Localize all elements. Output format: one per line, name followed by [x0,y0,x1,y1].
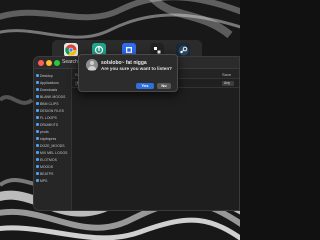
sidebar-item-drumkits[interactable]: DRUMKITS [36,122,72,127]
sidebar-item-label: ELOTMOS [40,157,57,162]
sidebar-item-label: Desktop [40,73,53,78]
alert-dialog: solslobo~ fat nigga Are you sure you wan… [78,54,178,92]
sidebar-item-label: MIX MEL LOOOS [40,150,68,155]
sidebar-item-label: shpfmpres [40,136,57,141]
sidebar-item-label: Applications [40,80,59,85]
folder-icon [36,137,39,140]
sidebar-item-label: MOODS [40,164,54,169]
folder-icon [36,109,39,112]
user-avatar-icon [86,59,98,71]
no-button[interactable]: No [157,83,171,89]
sidebar-item-doze-moods[interactable]: DOZE_MOODS [36,143,72,148]
sidebar-item-downloads[interactable]: Downloads [36,87,72,92]
sidebar-item-label: prods [40,129,49,134]
chrome-icon[interactable] [64,43,78,57]
sidebar-item-label: DOZE_MOODS [40,143,65,148]
folder-icon [36,165,39,168]
folder-icon [36,81,39,84]
folder-icon [36,158,39,161]
sidebar-item-elotmos[interactable]: ELOTMOS [36,157,72,162]
sidebar-item-shpfmpres[interactable]: shpfmpres [36,136,72,141]
steam-icon[interactable] [176,43,190,57]
sidebar-item-label: BEATPS [40,171,54,176]
sidebar-item-bbm-clips[interactable]: BBM CLIPS [36,101,72,106]
search-results-area[interactable] [72,88,239,210]
sidebar-item-blank-moods[interactable]: BLANK MOODS [36,94,72,99]
sidebar-item-label: DESIGN FILES [40,108,64,113]
finder-sidebar: Desktop Applications Downloads BLANK MOO… [34,69,72,210]
sidebar-item-beatps[interactable]: BEATPS [36,171,72,176]
close-button[interactable] [38,60,44,66]
sidebar-item-moods[interactable]: MOODS [36,164,72,169]
sidebar-item-applications[interactable]: Applications [36,80,72,85]
folder-icon [36,151,39,154]
folder-icon [36,123,39,126]
sidebar-item-label: FL LOOPS [40,115,57,120]
sidebar-item-prods[interactable]: prods [36,129,72,134]
folder-icon [36,130,39,133]
sidebar-item-mps[interactable]: MPS [36,178,72,183]
folder-icon [36,102,39,105]
save-search-button[interactable]: Save [222,72,231,77]
sidebar-item-desktop[interactable]: Desktop [36,73,72,78]
sidebar-item-label: BLANK MOODS [40,94,66,99]
sidebar-item-label: DRUMKITS [40,122,59,127]
criteria-value-select[interactable]: Any [222,81,234,86]
sidebar-item-fl-loops[interactable]: FL LOOPS [36,115,72,120]
folder-icon [36,74,39,77]
sidebar-item-label: MPS [40,178,48,183]
folder-icon [36,144,39,147]
folder-icon [36,179,39,182]
yes-button[interactable]: Yes [136,83,154,89]
sidebar-item-mix-mel-looos[interactable]: MIX MEL LOOOS [36,150,72,155]
minimize-button[interactable] [46,60,52,66]
sidebar-item-design-files[interactable]: DESIGN FILES [36,108,72,113]
folder-icon [36,116,39,119]
zoom-button[interactable] [54,60,60,66]
sidebar-item-label: BBM CLIPS [40,101,59,106]
folder-icon [36,172,39,175]
folder-icon [36,88,39,91]
folder-icon [36,95,39,98]
alert-message: Are you sure you want to listen? [101,66,172,71]
sidebar-item-label: Downloads [40,87,58,92]
